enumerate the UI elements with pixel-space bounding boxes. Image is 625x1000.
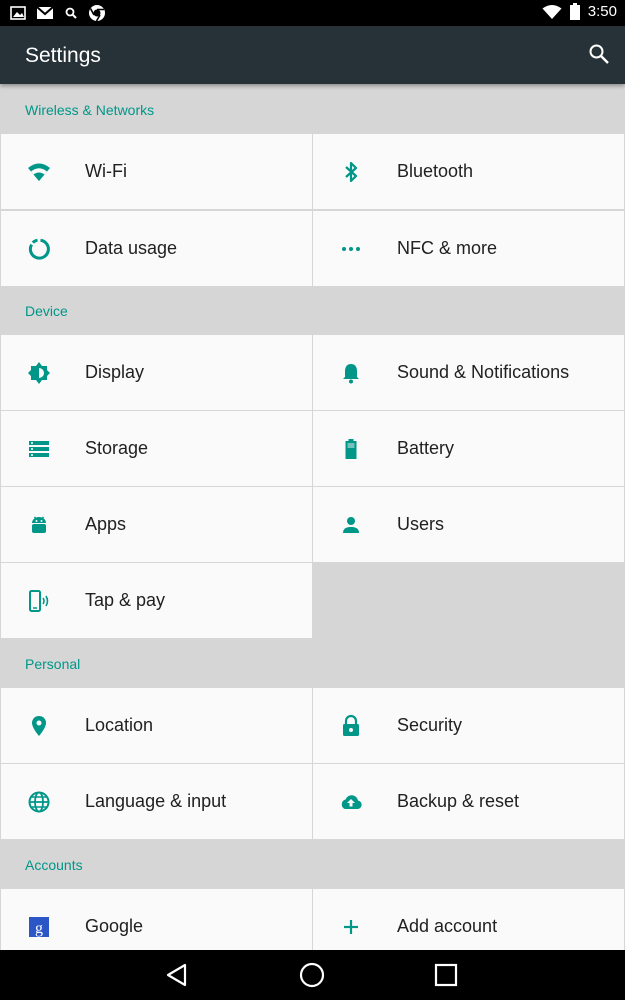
svg-text:g: g bbox=[35, 920, 43, 937]
settings-item-label: Location bbox=[85, 715, 154, 735]
settings-item-wifi[interactable]: Wi-Fi bbox=[1, 134, 312, 209]
settings-item-label: Backup & reset bbox=[397, 791, 520, 811]
storage-icon bbox=[29, 441, 49, 457]
settings-item-security[interactable]: Security bbox=[313, 688, 624, 763]
navigation-bar bbox=[0, 950, 625, 1000]
bluetooth-icon bbox=[345, 161, 358, 183]
status-bar: 3:50 bbox=[0, 0, 625, 26]
back-icon[interactable] bbox=[163, 961, 191, 989]
image-icon bbox=[10, 6, 26, 20]
bell-icon bbox=[343, 364, 359, 384]
settings-item-battery[interactable]: Battery bbox=[313, 411, 624, 486]
settings-item-backup[interactable]: Backup & reset bbox=[313, 764, 624, 839]
settings-item-label: Battery bbox=[397, 438, 455, 458]
location-pin-icon bbox=[32, 716, 46, 736]
cloud-upload-icon bbox=[341, 795, 362, 809]
settings-item-data-usage[interactable]: Data usage bbox=[1, 211, 312, 286]
settings-item-label: Security bbox=[397, 715, 463, 735]
section-header-device: Device bbox=[25, 303, 68, 319]
settings-item-apps[interactable]: Apps bbox=[1, 487, 312, 562]
settings-item-label: NFC & more bbox=[397, 238, 498, 258]
settings-item-language[interactable]: Language & input bbox=[1, 764, 312, 839]
settings-item-label: Display bbox=[85, 362, 145, 382]
settings-item-label: Apps bbox=[85, 514, 127, 534]
settings-list[interactable]: Wireless & Networks Wi-Fi Bluetooth Data… bbox=[0, 84, 625, 950]
settings-item-label: Sound & Notifications bbox=[397, 362, 570, 382]
settings-item-display[interactable]: Display bbox=[1, 335, 312, 410]
tap-pay-icon bbox=[29, 590, 49, 612]
android-icon bbox=[32, 516, 46, 533]
settings-item-tap-pay[interactable]: Tap & pay bbox=[1, 563, 312, 638]
chrome-icon bbox=[89, 5, 105, 22]
recents-icon[interactable] bbox=[432, 961, 460, 989]
page-title: Settings bbox=[25, 44, 101, 67]
globe-icon bbox=[28, 791, 50, 813]
wifi-icon bbox=[542, 4, 562, 19]
home-icon[interactable] bbox=[298, 961, 326, 989]
plus-icon bbox=[344, 920, 358, 934]
settings-item-sound[interactable]: Sound & Notifications bbox=[313, 335, 624, 410]
person-icon bbox=[343, 517, 359, 533]
section-header-personal: Personal bbox=[25, 656, 81, 672]
settings-item-label: Data usage bbox=[85, 238, 178, 258]
settings-item-add-account[interactable]: Add account bbox=[313, 889, 624, 950]
settings-item-users[interactable]: Users bbox=[313, 487, 624, 562]
settings-item-storage[interactable]: Storage bbox=[1, 411, 312, 486]
data-usage-icon bbox=[28, 238, 50, 260]
lock-icon bbox=[343, 714, 359, 736]
clock: 3:50 bbox=[587, 3, 617, 20]
settings-item-nfc[interactable]: NFC & more bbox=[313, 211, 624, 286]
settings-item-label: Language & input bbox=[85, 791, 227, 811]
settings-item-label: Add account bbox=[397, 916, 498, 936]
settings-item-label: Bluetooth bbox=[397, 161, 474, 181]
search-icon bbox=[65, 7, 77, 19]
settings-item-location[interactable]: Location bbox=[1, 688, 312, 763]
more-dots-icon bbox=[342, 247, 360, 251]
settings-item-label: Users bbox=[397, 514, 445, 534]
battery-icon bbox=[569, 3, 580, 20]
brightness-icon bbox=[28, 362, 50, 384]
google-icon: g bbox=[29, 917, 49, 937]
wifi-icon bbox=[28, 163, 50, 181]
battery-icon bbox=[345, 439, 357, 459]
settings-item-google[interactable]: g Google bbox=[1, 889, 312, 950]
settings-item-label: Google bbox=[85, 916, 144, 936]
settings-item-label: Tap & pay bbox=[85, 590, 166, 610]
search-icon[interactable] bbox=[587, 42, 611, 66]
settings-item-label: Wi-Fi bbox=[85, 161, 127, 181]
app-bar: Settings bbox=[0, 26, 625, 84]
section-header-accounts: Accounts bbox=[25, 857, 83, 873]
section-header-wireless: Wireless & Networks bbox=[25, 102, 155, 118]
gmail-icon bbox=[36, 6, 54, 19]
settings-item-bluetooth[interactable]: Bluetooth bbox=[313, 134, 624, 209]
settings-item-label: Storage bbox=[85, 438, 149, 458]
